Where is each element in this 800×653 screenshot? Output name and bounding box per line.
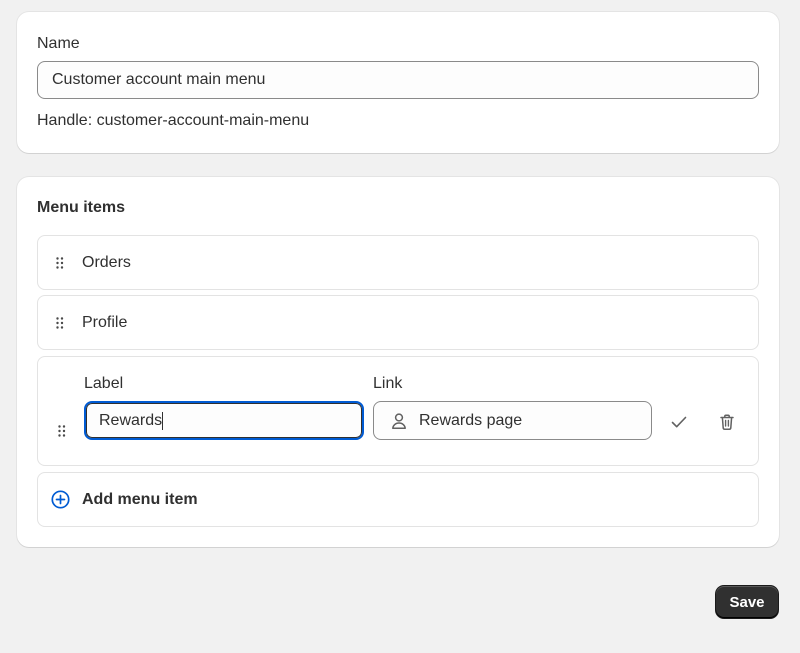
drag-handle-icon[interactable] — [58, 425, 66, 437]
text-cursor — [162, 411, 164, 430]
drag-handle-icon[interactable] — [56, 257, 64, 269]
menu-item-orders[interactable]: Orders — [37, 235, 759, 290]
plus-circle-icon — [51, 490, 70, 509]
person-icon — [390, 412, 408, 430]
label-field-heading: Label — [84, 375, 124, 392]
menu-item-profile[interactable]: Profile — [37, 295, 759, 350]
handle-text: Handle: customer-account-main-menu — [37, 112, 310, 129]
add-menu-item-button[interactable]: Add menu item — [37, 472, 759, 527]
menu-item-editor: Label Rewards Link Rewards page — [37, 356, 759, 466]
name-input[interactable]: Customer account main menu — [37, 61, 759, 99]
drag-handle-icon[interactable] — [56, 317, 64, 329]
name-input-value: Customer account main menu — [52, 71, 266, 88]
add-menu-item-label: Add menu item — [82, 491, 198, 508]
label-input[interactable]: Rewards — [84, 401, 364, 440]
menu-item-label: Profile — [82, 314, 128, 331]
save-button[interactable]: Save — [716, 586, 778, 618]
name-label: Name — [37, 35, 80, 52]
link-input-value: Rewards page — [419, 411, 523, 429]
label-input-value: Rewards — [99, 411, 163, 429]
delete-trash-icon[interactable] — [715, 410, 739, 434]
name-card: Name Customer account main menu Handle: … — [17, 12, 779, 153]
confirm-check-icon[interactable] — [667, 410, 691, 434]
link-field-heading: Link — [373, 375, 403, 392]
link-input[interactable]: Rewards page — [373, 401, 652, 440]
menu-items-title: Menu items — [37, 199, 126, 216]
menu-item-label: Orders — [82, 254, 131, 271]
menu-items-card: Menu items Orders Profile Label Rewards … — [17, 177, 779, 547]
